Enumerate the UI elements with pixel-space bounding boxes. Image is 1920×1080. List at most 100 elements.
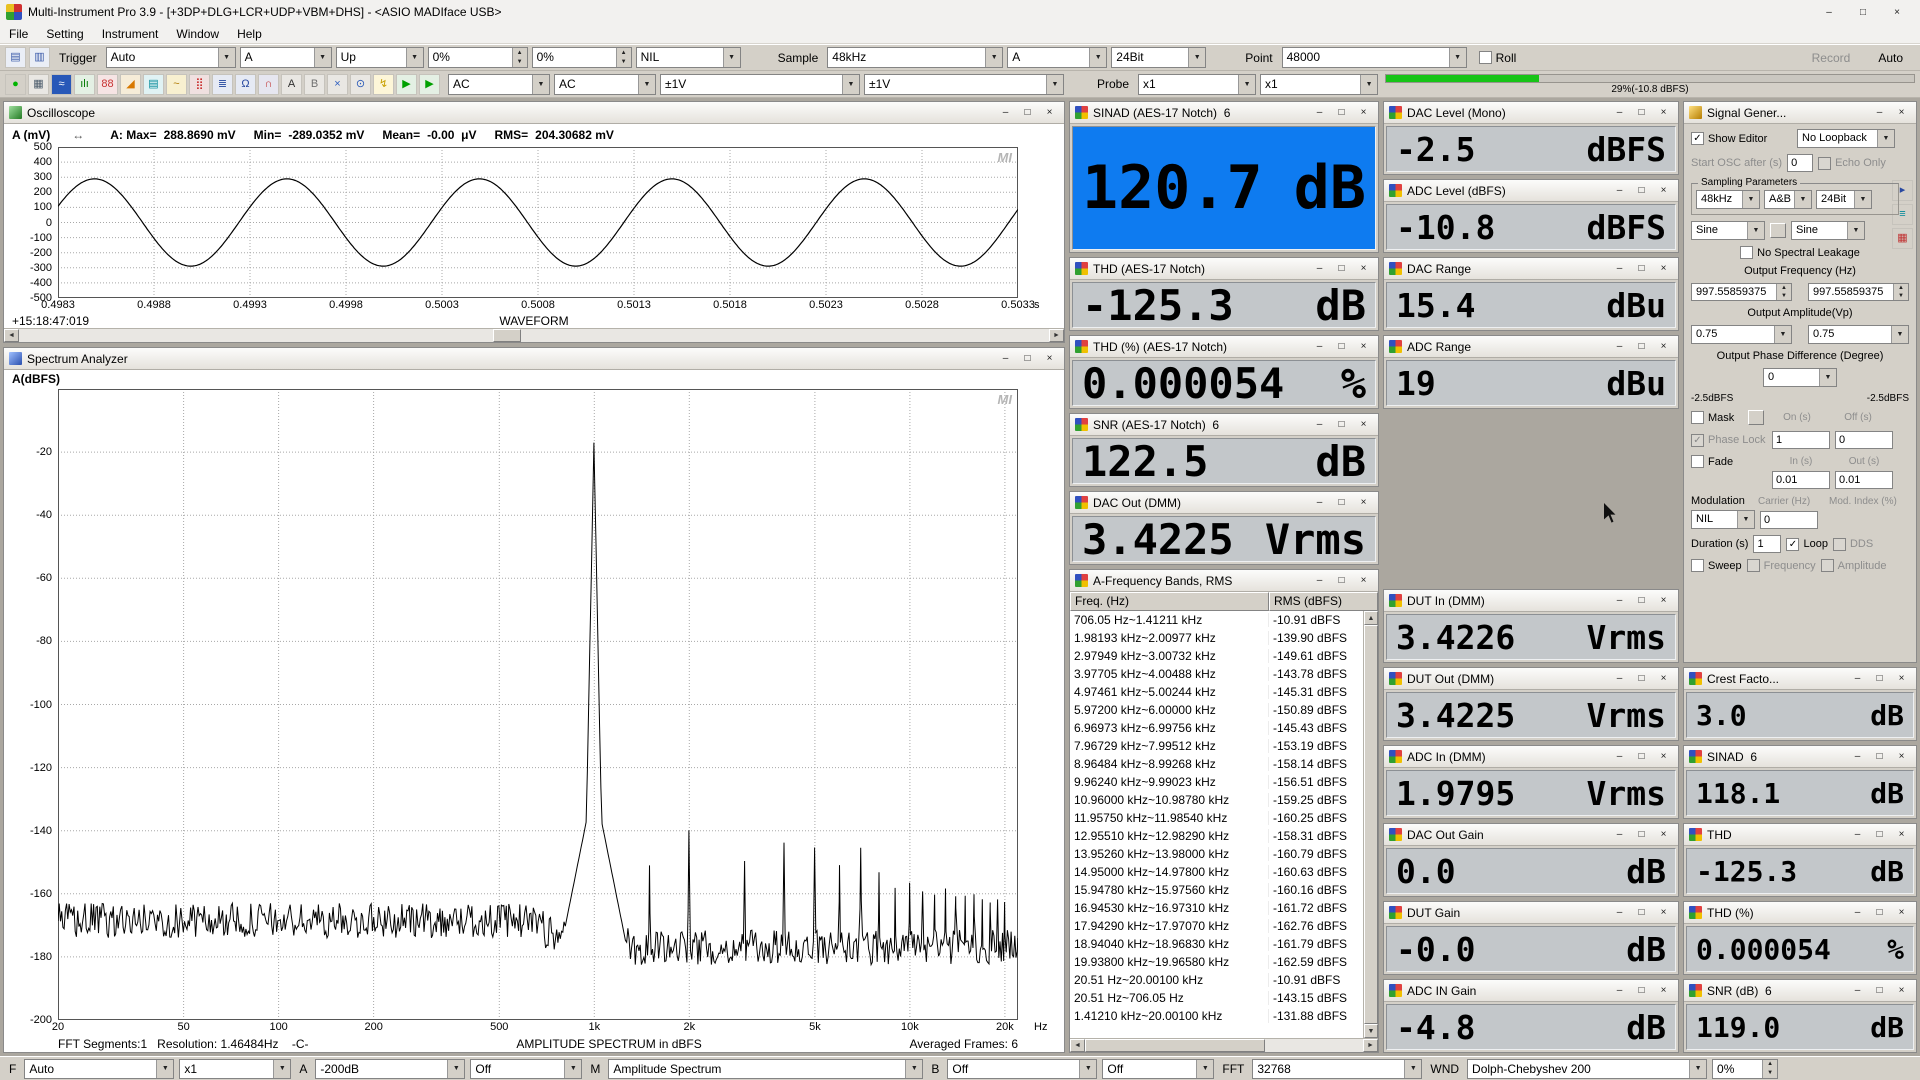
- down-arrow-icon[interactable]: [1894, 292, 1908, 300]
- up-arrow-icon[interactable]: [513, 48, 527, 58]
- amplitude-b-select[interactable]: 0.75: [1808, 325, 1909, 344]
- probe-b-select[interactable]: x1: [1260, 74, 1378, 95]
- waveform-b-select[interactable]: Sine: [1791, 221, 1865, 240]
- minimize-button[interactable]: –: [1812, 2, 1846, 22]
- up-arrow-icon[interactable]: [1777, 284, 1791, 292]
- minimize-button[interactable]: –: [1848, 671, 1867, 686]
- multimeter-icon[interactable]: 88: [97, 74, 118, 95]
- table-row[interactable]: 6.96973 kHz~6.99756 kHz-145.43 dBFS: [1070, 719, 1363, 737]
- scope-horizontal-scrollbar[interactable]: [4, 328, 1064, 342]
- scroll-up-icon[interactable]: [1364, 611, 1378, 625]
- trigger-hpf-select[interactable]: NIL: [636, 47, 741, 68]
- phase-lock-checkbox[interactable]: Phase Lock: [1691, 434, 1767, 447]
- point-count-select[interactable]: 48000: [1282, 47, 1467, 68]
- maximize-button[interactable]: □: [1870, 749, 1889, 764]
- table-row[interactable]: 1.41210 kHz~20.00100 kHz-131.88 dBFS: [1070, 1007, 1363, 1025]
- measurement-mode-select[interactable]: Amplitude Spectrum: [608, 1059, 923, 1079]
- column-header-freq[interactable]: Freq. (Hz): [1070, 592, 1269, 611]
- fade-in-input[interactable]: 0.01: [1772, 471, 1830, 489]
- play-icon[interactable]: ▶: [396, 74, 417, 95]
- frequency-b-input[interactable]: 997.55859375: [1808, 283, 1909, 301]
- table-row[interactable]: 10.96000 kHz~10.98780 kHz-159.25 dBFS: [1070, 791, 1363, 809]
- close-button[interactable]: ×: [1654, 827, 1673, 842]
- table-row[interactable]: 3.97705 kHz~4.00488 kHz-143.78 dBFS: [1070, 665, 1363, 683]
- minimize-button[interactable]: –: [1610, 983, 1629, 998]
- scroll-right-icon[interactable]: [1363, 1039, 1378, 1052]
- spectrum-analyzer-icon[interactable]: ılı: [74, 74, 95, 95]
- minimize-button[interactable]: –: [1610, 593, 1629, 608]
- scroll-down-icon[interactable]: [1364, 1024, 1378, 1038]
- table-row[interactable]: 14.95000 kHz~14.97800 kHz-160.63 dBFS: [1070, 863, 1363, 881]
- no-spectral-leakage-checkbox[interactable]: No Spectral Leakage: [1740, 246, 1860, 259]
- range-b-select[interactable]: ±1V: [864, 74, 1064, 95]
- record-button[interactable]: Record: [1800, 49, 1863, 67]
- maximize-button[interactable]: □: [1332, 573, 1351, 588]
- maximize-button[interactable]: □: [1632, 905, 1651, 920]
- a-range-select[interactable]: -200dB: [315, 1059, 465, 1079]
- channel-a-view-icon[interactable]: A: [281, 74, 302, 95]
- meter-titlebar[interactable]: DAC Out Gain–□×: [1384, 824, 1678, 846]
- scroll-right-icon[interactable]: [1049, 329, 1064, 342]
- minimize-button[interactable]: –: [1310, 339, 1329, 354]
- scrollbar-thumb[interactable]: [493, 329, 521, 342]
- zoom-icon[interactable]: ⊙: [350, 74, 371, 95]
- frequency-bands-titlebar[interactable]: A-Frequency Bands, RMS –□×: [1070, 570, 1378, 592]
- close-button[interactable]: ×: [1354, 417, 1373, 432]
- table-row[interactable]: 9.96240 kHz~9.99023 kHz-156.51 dBFS: [1070, 773, 1363, 791]
- close-button[interactable]: ×: [1654, 983, 1673, 998]
- roll-checkbox[interactable]: Roll: [1479, 51, 1517, 65]
- close-button[interactable]: ×: [1880, 2, 1914, 22]
- meter-titlebar[interactable]: DAC Range–□×: [1384, 258, 1678, 280]
- ddp-viewer-icon[interactable]: ⣿: [189, 74, 210, 95]
- window-function-select[interactable]: Dolph-Chebyshev 200: [1467, 1059, 1707, 1079]
- meter-titlebar[interactable]: DUT In (DMM)–□×: [1384, 590, 1678, 612]
- maximize-button[interactable]: □: [1870, 905, 1889, 920]
- range-a-select[interactable]: ±1V: [660, 74, 860, 95]
- table-row[interactable]: 13.95260 kHz~13.98000 kHz-160.79 dBFS: [1070, 845, 1363, 863]
- oscilloscope-icon[interactable]: ≈: [51, 74, 72, 95]
- app-titlebar[interactable]: Multi-Instrument Pro 3.9 - [+3DP+DLG+LCR…: [0, 0, 1920, 24]
- run-indicator-icon[interactable]: ●: [5, 74, 26, 95]
- trigger-edge-select[interactable]: Up: [336, 47, 424, 68]
- minimize-button[interactable]: –: [1610, 827, 1629, 842]
- close-button[interactable]: ×: [1040, 105, 1059, 120]
- meter-titlebar[interactable]: SNR (dB) 6–□×: [1684, 980, 1916, 1002]
- scrollbar-thumb[interactable]: [1085, 1039, 1265, 1052]
- carrier-input[interactable]: 0: [1760, 511, 1818, 529]
- frequency-axis-mode-select[interactable]: Auto: [24, 1059, 174, 1079]
- duration-input[interactable]: 1: [1753, 535, 1781, 553]
- modulation-type-select[interactable]: NIL: [1691, 510, 1755, 529]
- maximize-button[interactable]: □: [1846, 2, 1880, 22]
- table-row[interactable]: 12.95510 kHz~12.98290 kHz-158.31 dBFS: [1070, 827, 1363, 845]
- trigger-delay-spinner[interactable]: 0%: [532, 47, 632, 68]
- phase-lock-on-input[interactable]: 1: [1772, 431, 1830, 449]
- frequency-a-input[interactable]: 997.55859375: [1691, 283, 1792, 301]
- meter-titlebar[interactable]: THD–□×: [1684, 824, 1916, 846]
- close-button[interactable]: ×: [1654, 905, 1673, 920]
- siggen-rate-select[interactable]: 48kHz: [1696, 190, 1760, 209]
- mask-checkbox[interactable]: Mask: [1691, 411, 1743, 424]
- coupling-a-select[interactable]: AC: [448, 74, 550, 95]
- minimize-button[interactable]: –: [1848, 905, 1867, 920]
- fade-out-input[interactable]: 0.01: [1835, 471, 1893, 489]
- column-header-rms[interactable]: RMS (dBFS): [1269, 592, 1378, 611]
- minimize-button[interactable]: –: [1310, 105, 1329, 120]
- phase-lock-off-input[interactable]: 0: [1835, 431, 1893, 449]
- scroll-left-icon[interactable]: [4, 329, 19, 342]
- table-row[interactable]: 2.97949 kHz~3.00732 kHz-149.61 dBFS: [1070, 647, 1363, 665]
- down-arrow-icon[interactable]: [1763, 1069, 1777, 1078]
- menu-window[interactable]: Window: [167, 25, 228, 43]
- table-row[interactable]: 4.97461 kHz~5.00244 kHz-145.31 dBFS: [1070, 683, 1363, 701]
- menu-help[interactable]: Help: [228, 25, 271, 43]
- up-arrow-icon[interactable]: [1894, 284, 1908, 292]
- maximize-button[interactable]: □: [1632, 339, 1651, 354]
- minimize-button[interactable]: –: [1610, 749, 1629, 764]
- sweep-amplitude-checkbox[interactable]: Amplitude: [1821, 559, 1887, 572]
- dds-checkbox[interactable]: DDS: [1833, 538, 1873, 551]
- spectrum-3d-plot-icon[interactable]: ◢: [120, 74, 141, 95]
- sample-rate-select[interactable]: 48kHz: [827, 47, 1003, 68]
- start-osc-input[interactable]: 0: [1787, 154, 1813, 172]
- maximize-button[interactable]: □: [1018, 105, 1037, 120]
- down-arrow-icon[interactable]: [617, 58, 631, 68]
- waveform-a-select[interactable]: Sine: [1691, 221, 1765, 240]
